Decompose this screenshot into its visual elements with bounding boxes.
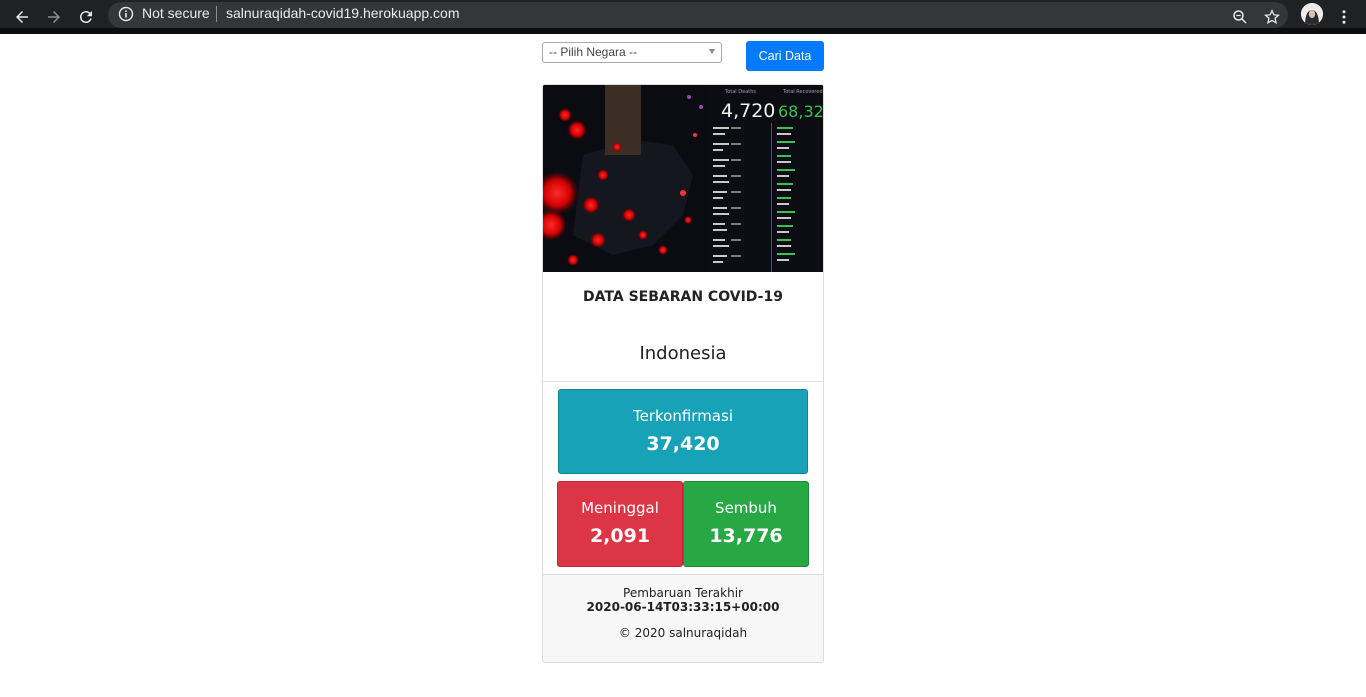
deaths-stat-box: Meninggal 2,091 (557, 481, 683, 567)
confirmed-stat-box: Terkonfirmasi 37,420 (558, 389, 808, 474)
info-icon[interactable] (118, 6, 134, 22)
hero-deaths-label: Total Deaths (724, 89, 756, 95)
profile-avatar-icon[interactable] (1301, 3, 1323, 25)
confirmed-label: Terkonfirmasi (633, 407, 733, 425)
bookmark-star-icon[interactable] (1260, 5, 1284, 29)
hero-recovered-value: 68,324 (778, 102, 823, 121)
security-status: Not secure (142, 5, 210, 21)
zoom-icon[interactable] (1228, 5, 1252, 29)
toolbar-shadow (0, 28, 1366, 34)
back-icon[interactable] (10, 5, 34, 29)
card-footer: Pembaruan Terakhir 2020-06-14T03:33:15+0… (543, 574, 823, 662)
confirmed-value: 37,420 (646, 433, 720, 455)
chevron-down-icon (709, 49, 715, 54)
copyright-text: © 2020 salnuraqidah (618, 626, 748, 640)
address-divider (216, 6, 217, 22)
search-data-button[interactable]: Cari Data (746, 41, 824, 71)
url-text[interactable]: salnuraqidah-covid19.herokuapp.com (226, 5, 459, 21)
hero-recovered-label: Total Recovered (782, 89, 823, 95)
country-select[interactable]: -- Pilih Negara -- (542, 42, 722, 63)
forward-icon[interactable] (42, 5, 66, 29)
covid-dashboard-image: Total Deaths 4,720 Total Recovered 68,32… (543, 85, 823, 272)
deaths-value: 2,091 (589, 525, 651, 547)
recovered-stat-box: Sembuh 13,776 (683, 481, 809, 567)
card-title: DATA SEBARAN COVID-19 (583, 289, 783, 305)
browser-toolbar: Not secure salnuraqidah-covid19.herokuap… (0, 0, 1366, 34)
menu-kebab-icon[interactable] (1332, 5, 1356, 29)
recovered-label: Sembuh (715, 499, 777, 517)
reload-icon[interactable] (74, 5, 98, 29)
hero-deaths-value: 4,720 (721, 100, 775, 122)
card-divider (543, 381, 823, 382)
country-name: Indonesia (639, 343, 727, 364)
covid-card: Total Deaths 4,720 Total Recovered 68,32… (542, 84, 824, 663)
recovered-value: 13,776 (709, 525, 783, 547)
last-update-label: Pembaruan Terakhir (623, 586, 743, 600)
deaths-label: Meninggal (581, 499, 659, 517)
last-update-value: 2020-06-14T03:33:15+00:00 (586, 600, 780, 614)
